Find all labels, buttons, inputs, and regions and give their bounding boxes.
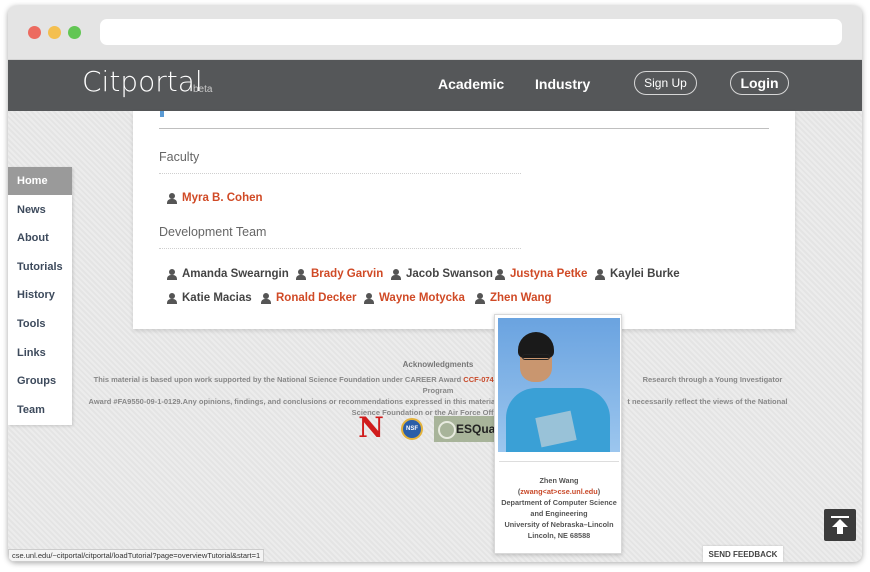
side-nav-news[interactable]: News (8, 196, 72, 224)
member-zhen-wang[interactable]: Zhen Wang (475, 292, 552, 304)
section-accent (160, 111, 164, 117)
member-kaylei-burke: Kaylei Burke (595, 268, 680, 280)
side-nav-home[interactable]: Home (8, 167, 72, 195)
side-nav-about[interactable]: About (8, 224, 72, 252)
page-content: Citportal beta Academic Industry Sign Up… (8, 60, 862, 562)
arrow-up-icon (831, 516, 849, 534)
acknowledgments: Acknowledgments This material is based u… (78, 359, 798, 418)
dotted-divider (159, 248, 521, 249)
minimize-window-button[interactable] (48, 26, 61, 39)
side-nav-links[interactable]: Links (8, 339, 72, 367)
person-icon (167, 192, 177, 204)
side-nav-groups[interactable]: Groups (8, 367, 72, 395)
team-card: Faculty Myra B. Cohen Development Team A… (133, 111, 795, 329)
person-icon (475, 292, 485, 304)
side-nav-tutorials[interactable]: Tutorials (8, 253, 72, 281)
side-nav-history[interactable]: History (8, 281, 72, 309)
person-icon (364, 292, 374, 304)
signup-button[interactable]: Sign Up (634, 71, 697, 95)
person-icon (495, 268, 505, 280)
divider (499, 461, 619, 462)
member-ronald-decker[interactable]: Ronald Decker (261, 292, 357, 304)
divider (159, 128, 769, 129)
close-window-button[interactable] (28, 26, 41, 39)
maximize-window-button[interactable] (68, 26, 81, 39)
nav-academic[interactable]: Academic (438, 76, 504, 92)
member-brady-garvin[interactable]: Brady Garvin (296, 268, 383, 280)
member-justyna-petke[interactable]: Justyna Petke (495, 268, 587, 280)
popup-name: Zhen Wang (539, 476, 579, 485)
popup-dept: Department of Computer Science (501, 498, 617, 507)
side-nav-team[interactable]: Team (8, 396, 72, 424)
member-wayne-motycka[interactable]: Wayne Motycka (364, 292, 465, 304)
dotted-divider (159, 173, 521, 174)
popup-dept2: and Engineering (530, 509, 588, 518)
brand-logo[interactable]: Citportal (82, 65, 203, 98)
back-to-top-button[interactable] (824, 509, 856, 541)
nav-industry[interactable]: Industry (535, 76, 590, 92)
member-amanda-swearngin: Amanda Swearngin (167, 268, 289, 280)
member-katie-macias: Katie Macias (167, 292, 252, 304)
popup-email[interactable]: zwang<at>cse.unl.edu (520, 487, 597, 496)
browser-chrome (8, 6, 862, 60)
person-icon (391, 268, 401, 280)
status-bar-url: cse.unl.edu/~citportal/citportal/loadTut… (8, 549, 265, 562)
person-icon (167, 268, 177, 280)
browser-window: Citportal beta Academic Industry Sign Up… (8, 6, 862, 562)
member-jacob-swanson: Jacob Swanson (391, 268, 493, 280)
dev-team-heading: Development Team (159, 225, 267, 239)
nsf-logo[interactable]: NSF (401, 418, 423, 440)
faculty-heading: Faculty (159, 150, 200, 164)
member-info: Zhen Wang (zwang<at>cse.unl.edu) Departm… (495, 475, 623, 541)
esquared-logo[interactable]: ESQua (434, 416, 496, 442)
popup-city: Lincoln, NE 68588 (527, 531, 591, 540)
top-navbar: Citportal beta Academic Industry Sign Up… (8, 60, 862, 111)
unl-logo[interactable]: N (357, 414, 385, 442)
member-popup: Zhen Wang (zwang<at>cse.unl.edu) Departm… (494, 314, 622, 554)
side-nav-tools[interactable]: Tools (8, 310, 72, 338)
address-bar[interactable] (100, 19, 842, 45)
person-icon (296, 268, 306, 280)
member-photo (498, 318, 620, 452)
popup-univ: University of Nebraska–Lincoln (504, 520, 614, 529)
login-button[interactable]: Login (730, 71, 789, 95)
side-nav: Home News About Tutorials History Tools … (8, 167, 72, 425)
beta-label: beta (193, 84, 213, 95)
send-feedback-button[interactable]: SEND FEEDBACK (703, 546, 783, 562)
member-myra-cohen[interactable]: Myra B. Cohen (167, 192, 263, 204)
person-icon (167, 292, 177, 304)
ack-title: Acknowledgments (402, 360, 474, 369)
person-icon (595, 268, 605, 280)
person-icon (261, 292, 271, 304)
